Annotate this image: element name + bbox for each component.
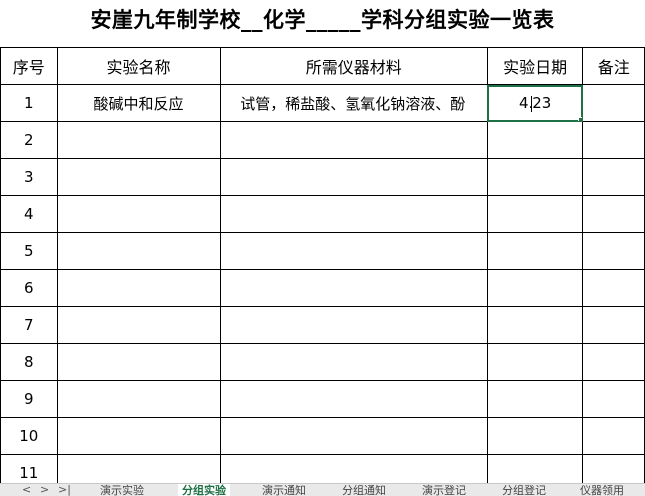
sheet-tab[interactable]: 演示登记: [418, 484, 470, 496]
materials-cell[interactable]: [219, 195, 488, 233]
materials-cell[interactable]: [219, 158, 488, 196]
row-index-cell[interactable]: 2: [0, 121, 58, 159]
row-index-cell[interactable]: 1: [0, 84, 58, 122]
materials-cell[interactable]: [219, 380, 488, 418]
sheet-title[interactable]: 安崖九年制学校__化学_____学科分组实验一览表: [0, 0, 645, 38]
materials-cell[interactable]: [219, 232, 488, 270]
date-cell[interactable]: [486, 380, 584, 418]
experiment-name-cell[interactable]: [56, 269, 221, 307]
date-cell[interactable]: [486, 306, 584, 344]
date-cell[interactable]: [486, 454, 584, 483]
notes-cell[interactable]: [582, 343, 645, 381]
row-index-cell[interactable]: 9: [0, 380, 58, 418]
header-index[interactable]: 序号: [0, 47, 58, 85]
notes-cell[interactable]: [582, 84, 645, 122]
notes-cell[interactable]: [582, 195, 645, 233]
notes-cell[interactable]: [582, 306, 645, 344]
table-row: 7: [0, 306, 645, 344]
row-index-cell[interactable]: 6: [0, 269, 58, 307]
notes-cell[interactable]: [582, 158, 645, 196]
experiment-name-cell[interactable]: [56, 454, 221, 483]
experiment-name-cell[interactable]: 酸碱中和反应: [56, 84, 221, 122]
date-cell[interactable]: [486, 417, 584, 455]
date-cell[interactable]: [486, 343, 584, 381]
sheet-tab[interactable]: 仪器领用: [576, 484, 628, 496]
sheet-tab-bar: < > >| 演示实验 分组实验 演示通知 分组通知 演示登记 分组登记 仪器领用: [0, 483, 645, 496]
table-row: 10: [0, 417, 645, 455]
notes-cell[interactable]: [582, 417, 645, 455]
header-experiment-name[interactable]: 实验名称: [56, 47, 221, 85]
materials-cell[interactable]: [219, 306, 488, 344]
experiment-name-cell[interactable]: [56, 158, 221, 196]
experiment-name-cell[interactable]: [56, 343, 221, 381]
experiment-name-cell[interactable]: [56, 121, 221, 159]
row-index-cell[interactable]: 10: [0, 417, 58, 455]
experiment-name-cell[interactable]: [56, 195, 221, 233]
experiment-name-cell[interactable]: [56, 380, 221, 418]
notes-cell[interactable]: [582, 121, 645, 159]
row-index-cell[interactable]: 7: [0, 306, 58, 344]
header-date[interactable]: 实验日期: [486, 47, 584, 85]
notes-cell[interactable]: [582, 269, 645, 307]
experiment-name-cell[interactable]: [56, 417, 221, 455]
notes-cell[interactable]: [582, 232, 645, 270]
prev-sheet-nav-icon[interactable]: <: [22, 484, 31, 496]
materials-cell[interactable]: [219, 121, 488, 159]
spreadsheet-area: 安崖九年制学校__化学_____学科分组实验一览表 序号 实验名称 所需仪器材料…: [0, 0, 645, 483]
row-index-cell[interactable]: 4: [0, 195, 58, 233]
notes-cell[interactable]: [582, 380, 645, 418]
sheet-tab[interactable]: 演示通知: [258, 484, 310, 496]
table-row: 11: [0, 454, 645, 483]
last-sheet-nav-icon[interactable]: >|: [58, 484, 71, 496]
experiment-name-cell[interactable]: [56, 232, 221, 270]
table-row: 3: [0, 158, 645, 196]
date-cell[interactable]: [486, 195, 584, 233]
sheet-tab[interactable]: 分组通知: [338, 484, 390, 496]
table-row: 2: [0, 121, 645, 159]
table-row: 8: [0, 343, 645, 381]
header-materials[interactable]: 所需仪器材料: [219, 47, 488, 85]
materials-cell[interactable]: 试管，稀盐酸、氢氧化钠溶液、酚: [219, 84, 488, 122]
table-row: 5: [0, 232, 645, 270]
materials-cell[interactable]: [219, 343, 488, 381]
sheet-tab[interactable]: 分组登记: [498, 484, 550, 496]
table-row: 1 酸碱中和反应 试管，稀盐酸、氢氧化钠溶液、酚 4.23: [0, 84, 645, 122]
header-row: 序号 实验名称 所需仪器材料 实验日期 备注: [0, 47, 645, 85]
row-index-cell[interactable]: 3: [0, 158, 58, 196]
date-cell[interactable]: [486, 232, 584, 270]
row-index-cell[interactable]: 8: [0, 343, 58, 381]
notes-cell[interactable]: [582, 454, 645, 483]
sheet-tab[interactable]: 分组实验: [178, 484, 230, 496]
materials-cell[interactable]: [219, 417, 488, 455]
materials-cell[interactable]: [219, 454, 488, 483]
table-row: 4: [0, 195, 645, 233]
date-cell[interactable]: 4.23: [486, 84, 584, 122]
row-index-cell[interactable]: 5: [0, 232, 58, 270]
table-row: 9: [0, 380, 645, 418]
table-row: 6: [0, 269, 645, 307]
row-index-cell[interactable]: 11: [0, 454, 58, 483]
experiment-name-cell[interactable]: [56, 306, 221, 344]
date-cell[interactable]: [486, 269, 584, 307]
date-cell[interactable]: [486, 158, 584, 196]
header-notes[interactable]: 备注: [582, 47, 645, 85]
next-sheet-nav-icon[interactable]: >: [40, 484, 49, 496]
experiment-table: 序号 实验名称 所需仪器材料 实验日期 备注 1 酸碱中和反应 试管，稀盐酸、氢氧化…: [0, 47, 645, 483]
date-cell[interactable]: [486, 121, 584, 159]
materials-cell[interactable]: [219, 269, 488, 307]
sheet-tab[interactable]: 演示实验: [96, 484, 148, 496]
